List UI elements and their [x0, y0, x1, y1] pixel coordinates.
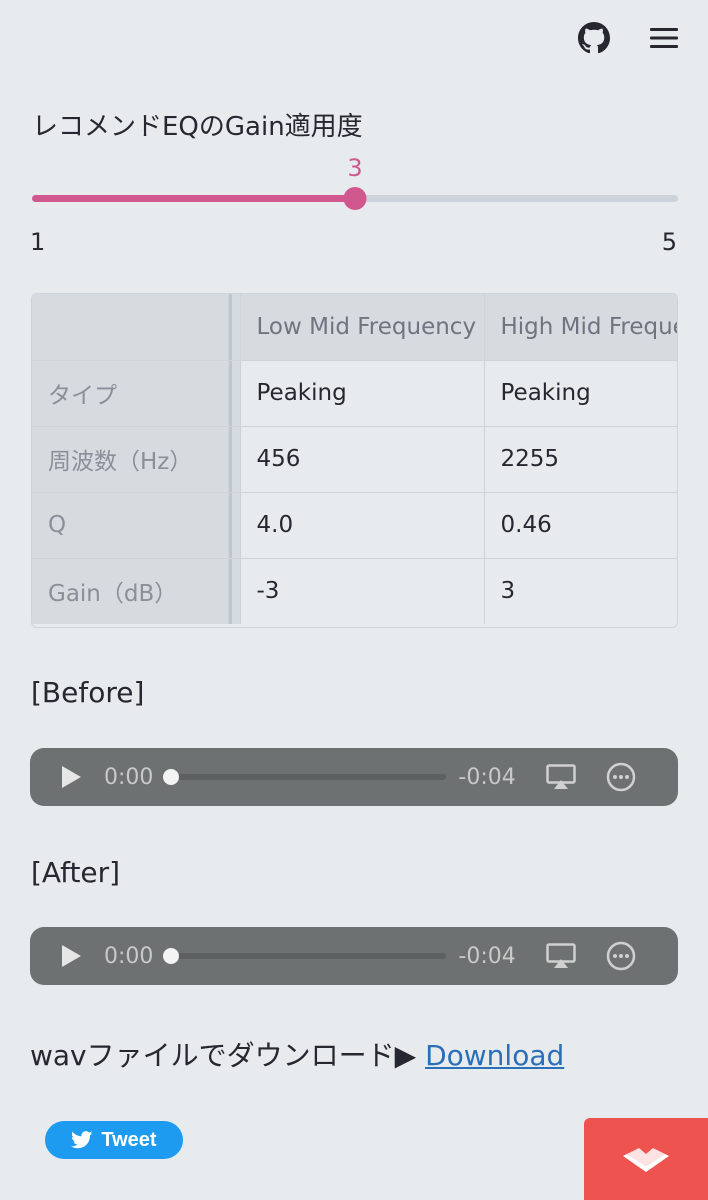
table-cell[interactable]: Peaking	[240, 360, 485, 427]
row-header: Gain（dB）	[32, 558, 229, 624]
row-header: タイプ	[32, 360, 229, 427]
eq-table[interactable]: Low Mid Frequency High Mid Frequency タイプ…	[31, 293, 678, 628]
play-icon[interactable]	[60, 944, 82, 968]
slider-label: レコメンドEQのGain適用度	[32, 112, 363, 142]
table-row: タイプ Peaking Peaking	[32, 360, 677, 427]
download-text: wavファイルでダウンロード▶	[30, 1039, 426, 1072]
download-line: wavファイルでダウンロード▶ Download	[30, 1034, 564, 1074]
audio-progress-thumb[interactable]	[163, 769, 180, 785]
streamlit-badge[interactable]	[584, 1118, 708, 1200]
table-cell[interactable]: 0.46	[484, 492, 677, 559]
download-link[interactable]: Download	[425, 1039, 564, 1072]
streamlit-logo-icon	[621, 1144, 671, 1174]
remaining-time: -0:04	[458, 764, 516, 790]
github-icon[interactable]	[578, 22, 610, 54]
current-time: 0:00	[104, 764, 154, 790]
table-row: Gain（dB） -3 3	[32, 558, 677, 624]
table-row: Q 4.0 0.46	[32, 492, 677, 559]
table-cell[interactable]: 3	[484, 558, 677, 624]
airplay-icon[interactable]	[546, 764, 576, 790]
audio-progress-bar[interactable]	[163, 769, 447, 785]
column-header[interactable]: Low Mid Frequency	[240, 294, 485, 361]
table-header-row: Low Mid Frequency High Mid Frequency	[32, 294, 677, 361]
column-separator	[228, 558, 241, 624]
before-label: [Before]	[31, 676, 145, 709]
slider-min-label: 1	[30, 228, 46, 256]
gain-slider-fill	[32, 195, 355, 202]
current-time: 0:00	[104, 943, 154, 969]
table-cell[interactable]: 4.0	[240, 492, 485, 559]
slider-value: 3	[347, 154, 363, 182]
gain-slider-track[interactable]	[32, 187, 678, 210]
column-separator	[228, 360, 241, 427]
before-audio-player[interactable]: 0:00 -0:04	[30, 748, 678, 806]
play-icon[interactable]	[60, 765, 82, 789]
audio-progress-bar[interactable]	[163, 948, 447, 964]
table-corner-cell	[32, 294, 229, 361]
top-bar	[578, 22, 680, 54]
row-header: 周波数（Hz）	[32, 426, 229, 493]
gain-slider-thumb[interactable]	[343, 187, 367, 210]
column-separator	[228, 294, 241, 361]
hamburger-menu-icon[interactable]	[648, 26, 680, 50]
remaining-time: -0:04	[458, 943, 516, 969]
after-audio-player[interactable]: 0:00 -0:04	[30, 927, 678, 985]
table-cell[interactable]: 2255	[484, 426, 677, 493]
table-cell[interactable]: -3	[240, 558, 485, 624]
slider-max-label: 5	[661, 228, 677, 256]
twitter-bird-icon	[71, 1131, 93, 1149]
table-cell[interactable]: 456	[240, 426, 485, 493]
after-label: [After]	[31, 856, 121, 889]
tweet-label: Tweet	[101, 1128, 157, 1151]
table-cell[interactable]: Peaking	[484, 360, 677, 427]
column-header[interactable]: High Mid Frequency	[484, 294, 677, 361]
more-options-icon[interactable]	[606, 762, 636, 792]
tweet-button[interactable]: Tweet	[45, 1121, 183, 1159]
row-header: Q	[32, 492, 229, 559]
more-options-icon[interactable]	[606, 941, 636, 971]
audio-progress-thumb[interactable]	[163, 948, 180, 964]
column-separator	[228, 492, 241, 559]
table-row: 周波数（Hz） 456 2255	[32, 426, 677, 493]
column-separator	[228, 426, 241, 493]
airplay-icon[interactable]	[546, 943, 576, 969]
